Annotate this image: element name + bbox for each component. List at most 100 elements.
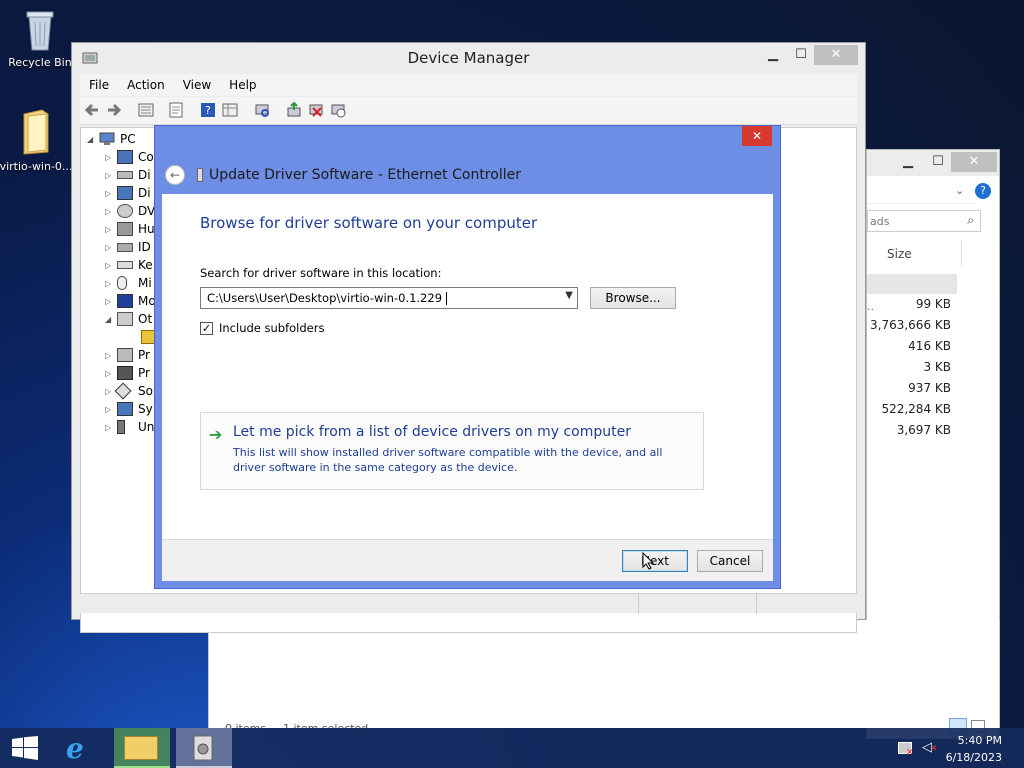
menu-help[interactable]: Help xyxy=(220,74,265,96)
tree-item[interactable]: ▷ Hu xyxy=(105,220,155,238)
tree-item[interactable]: ▷ Un xyxy=(105,418,154,436)
update-driver-icon[interactable] xyxy=(286,101,302,118)
tree-item[interactable]: ▷ Di xyxy=(105,184,151,202)
expand-arrow-icon[interactable]: ▷ xyxy=(105,297,117,306)
expand-arrow-icon[interactable]: ▷ xyxy=(105,405,117,414)
menu-action[interactable]: Action xyxy=(118,74,174,96)
expand-arrow-icon[interactable]: ▷ xyxy=(105,171,117,180)
help-icon[interactable]: ? xyxy=(975,183,991,199)
collapse-arrow-icon[interactable]: ◢ xyxy=(105,315,117,324)
disk-drive-icon xyxy=(117,171,133,179)
cancel-button[interactable]: Cancel xyxy=(697,550,763,572)
tree-root[interactable]: ◢ PC xyxy=(87,130,136,148)
back-arrow-icon[interactable] xyxy=(84,102,100,118)
pick-from-list-link[interactable]: ➔ Let me pick from a list of device driv… xyxy=(200,412,704,490)
expand-arrow-icon[interactable]: ▷ xyxy=(105,369,117,378)
close-button[interactable]: ✕ xyxy=(814,45,858,65)
virtio-folder-icon[interactable]: virtio-win-0... xyxy=(0,108,74,173)
tree-item[interactable]: ▷ Pr xyxy=(105,346,150,364)
expand-arrow-icon[interactable]: ▷ xyxy=(105,153,117,162)
internet-explorer-button[interactable]: e xyxy=(54,728,110,768)
network-error-icon: ✕ xyxy=(906,748,914,758)
close-button[interactable]: ✕ xyxy=(951,152,997,172)
recycle-bin-icon[interactable]: Recycle Bin xyxy=(2,8,78,69)
size-cell: 3,697 KB xyxy=(896,423,951,437)
tree-view-icon[interactable] xyxy=(138,102,154,118)
tree-item-label: Mi xyxy=(138,276,152,290)
tree-item[interactable]: ▷ Co xyxy=(105,148,154,166)
tree-item[interactable]: ▷ So xyxy=(105,382,153,400)
explorer-address-bar[interactable]: ⌄ xyxy=(867,180,975,204)
enable-device-icon[interactable] xyxy=(330,102,346,118)
next-button[interactable]: Next xyxy=(622,550,688,572)
column-divider xyxy=(961,240,962,266)
maximize-button[interactable]: ☐ xyxy=(786,45,816,65)
tree-item[interactable]: ▷ Di xyxy=(105,166,151,184)
minimize-button[interactable]: ▁ xyxy=(893,152,923,172)
file-explorer-button[interactable] xyxy=(114,728,170,768)
menu-view[interactable]: View xyxy=(174,74,220,96)
forward-arrow-icon[interactable] xyxy=(106,102,122,118)
tree-item-label: Un xyxy=(138,420,155,434)
column-header-size[interactable]: Size xyxy=(887,247,912,261)
path-combobox[interactable]: C:\Users\User\Desktop\virtio-win-0.1.229… xyxy=(200,287,578,309)
start-button[interactable] xyxy=(0,728,50,768)
expand-arrow-icon[interactable]: ▷ xyxy=(105,423,117,432)
pick-from-list-description: This list will show installed driver sof… xyxy=(233,446,663,474)
tree-item[interactable]: ▷ Pr xyxy=(105,364,150,382)
pick-from-list-title: Let me pick from a list of device driver… xyxy=(233,424,632,440)
close-button[interactable]: ✕ xyxy=(742,126,772,146)
minimize-button[interactable]: ▁ xyxy=(758,45,788,65)
expand-arrow-icon[interactable]: ▷ xyxy=(105,261,117,270)
menu-file[interactable]: File xyxy=(80,74,118,96)
tree-item[interactable]: ▷ Ke xyxy=(105,256,153,274)
expand-arrow-icon[interactable]: ▷ xyxy=(105,189,117,198)
include-subfolders-checkbox[interactable]: ✓ Include subfolders xyxy=(200,321,324,335)
tree-item-label: ID xyxy=(138,240,151,254)
size-cell: 3 KB xyxy=(923,360,951,374)
properties-icon[interactable] xyxy=(168,102,184,118)
chevron-down-icon[interactable]: ▼ xyxy=(565,290,573,301)
clock-time[interactable]: 5:40 PM xyxy=(944,734,1002,747)
toolbar: ? xyxy=(80,97,857,125)
path-value: C:\Users\User\Desktop\virtio-win-0.1.229 xyxy=(207,291,443,305)
search-input[interactable]: ads ⌕ xyxy=(867,210,981,232)
tree-item[interactable]: ▷ Mo xyxy=(105,292,156,310)
expand-arrow-icon[interactable]: ▷ xyxy=(105,243,117,252)
collapse-arrow-icon[interactable]: ◢ xyxy=(87,135,99,144)
folder-icon xyxy=(124,736,158,760)
expand-arrow-icon[interactable]: ▷ xyxy=(105,351,117,360)
page-heading: Browse for driver software on your compu… xyxy=(200,214,538,232)
expand-arrow-icon[interactable]: ▷ xyxy=(105,225,117,234)
checkmark-icon[interactable]: ✓ xyxy=(200,321,213,335)
uninstall-icon[interactable] xyxy=(308,102,324,118)
update-driver-dialog: ✕ ← Update Driver Software - Ethernet Co… xyxy=(154,125,781,589)
svg-text:?: ? xyxy=(205,104,211,117)
device-manager-icon xyxy=(190,734,216,762)
tree-item[interactable]: ▷ Sy xyxy=(105,400,153,418)
help-icon[interactable]: ? xyxy=(200,102,216,118)
keyboard-icon xyxy=(117,261,133,269)
grid-view-icon[interactable] xyxy=(222,102,238,118)
menu-bar: File Action View Help xyxy=(80,74,857,96)
expand-arrow-icon[interactable]: ▷ xyxy=(105,279,117,288)
maximize-button[interactable]: ☐ xyxy=(923,152,953,172)
window-title: Device Manager xyxy=(407,49,530,67)
size-cell: 3,763,666 KB xyxy=(870,318,951,332)
back-arrow-icon[interactable]: ← xyxy=(165,165,185,185)
tree-item[interactable]: ◢ Ot xyxy=(105,310,152,328)
tree-item-label: Di xyxy=(138,168,151,182)
tree-item[interactable]: ▷ Mi xyxy=(105,274,152,292)
device-manager-taskbar-button[interactable] xyxy=(176,728,232,768)
chevron-down-icon[interactable]: ⌄ xyxy=(955,184,964,197)
processor-icon xyxy=(117,366,133,380)
browse-button[interactable]: Browse... xyxy=(590,287,676,309)
size-cell: 99 KB xyxy=(915,297,951,311)
expand-arrow-icon[interactable]: ▷ xyxy=(105,207,117,216)
explorer-lower-pane: 0 items 1 item selected xyxy=(208,620,1000,735)
scan-hardware-icon[interactable] xyxy=(254,102,270,118)
clock-date[interactable]: 6/18/2023 xyxy=(944,751,1002,764)
tree-item[interactable]: ▷ DV xyxy=(105,202,155,220)
mouse-icon xyxy=(117,276,127,290)
tree-item[interactable]: ▷ ID xyxy=(105,238,151,256)
